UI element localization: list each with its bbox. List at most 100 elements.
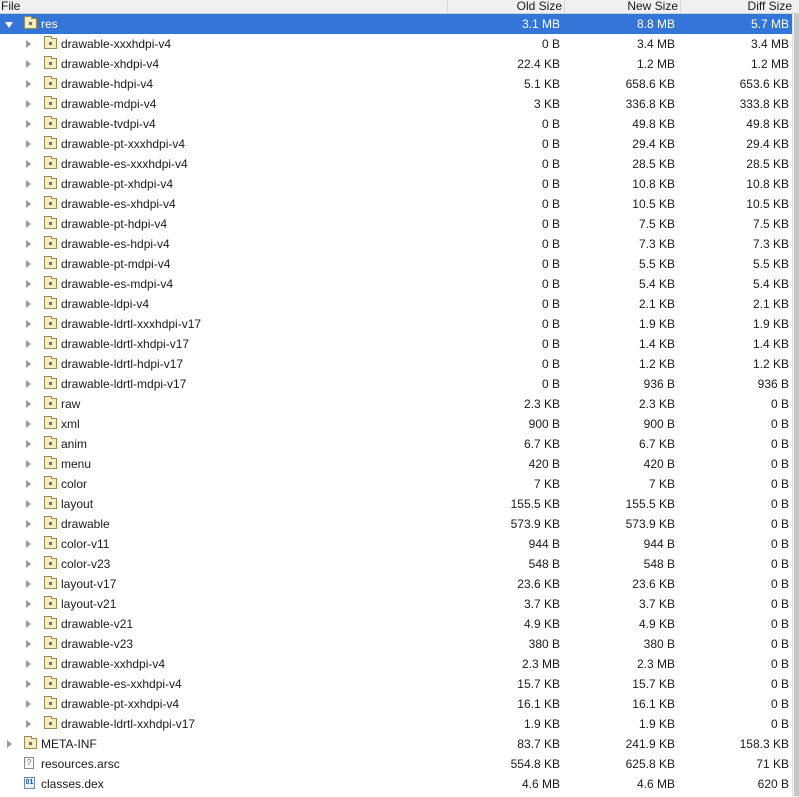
vertical-scrollbar[interactable]	[792, 14, 799, 797]
expand-arrow-icon[interactable]	[24, 174, 34, 194]
expand-arrow-icon[interactable]	[24, 254, 34, 274]
tree-row[interactable]: drawable-es-mdpi-v4 0 B 5.4 KB 5.4 KB	[0, 274, 792, 294]
column-header-diff-size[interactable]: Diff Size	[682, 0, 792, 13]
expand-arrow-icon[interactable]	[24, 34, 34, 54]
expand-arrow-icon[interactable]	[24, 54, 34, 74]
tree-row[interactable]: drawable-pt-xhdpi-v4 0 B 10.8 KB 10.8 KB	[0, 174, 792, 194]
expand-arrow-icon[interactable]	[24, 354, 34, 374]
column-header-old-size[interactable]: Old Size	[449, 0, 562, 13]
tree-row[interactable]: drawable-ldrtl-xxhdpi-v17 1.9 KB 1.9 KB 0 B	[0, 714, 792, 734]
expand-arrow-icon[interactable]	[24, 134, 34, 154]
tree-row[interactable]: drawable-xhdpi-v4 22.4 KB 1.2 MB 1.2 MB	[0, 54, 792, 74]
tree-row[interactable]: xml 900 B 900 B 0 B	[0, 414, 792, 434]
tree-row[interactable]: menu 420 B 420 B 0 B	[0, 454, 792, 474]
diff-size-cell: 0 B	[770, 577, 789, 591]
expand-arrow-icon[interactable]	[5, 734, 15, 754]
column-header-new-size[interactable]: New Size	[566, 0, 678, 13]
tree-row[interactable]: drawable-ldrtl-hdpi-v17 0 B 1.2 KB 1.2 KB	[0, 354, 792, 374]
expand-arrow-icon[interactable]	[24, 554, 34, 574]
tree-row[interactable]: drawable-pt-mdpi-v4 0 B 5.5 KB 5.5 KB	[0, 254, 792, 274]
new-size-cell: 7.5 KB	[638, 217, 675, 231]
tree-row[interactable]: drawable 573.9 KB 573.9 KB 0 B	[0, 514, 792, 534]
tree-row[interactable]: color-v11 944 B 944 B 0 B	[0, 534, 792, 554]
tree-row[interactable]: drawable-v21 4.9 KB 4.9 KB 0 B	[0, 614, 792, 634]
expand-arrow-icon[interactable]	[24, 454, 34, 474]
expand-arrow-icon[interactable]	[24, 234, 34, 254]
expand-arrow-icon[interactable]	[24, 694, 34, 714]
tree-row[interactable]: drawable-es-xxhdpi-v4 15.7 KB 15.7 KB 0 B	[0, 674, 792, 694]
tree-row[interactable]: anim 6.7 KB 6.7 KB 0 B	[0, 434, 792, 454]
new-size-cell: 658.6 KB	[625, 77, 675, 91]
row-name: xml	[61, 417, 80, 431]
column-divider[interactable]	[447, 0, 448, 13]
expand-arrow-icon[interactable]	[24, 594, 34, 614]
tree-row[interactable]: drawable-mdpi-v4 3 KB 336.8 KB 333.8 KB	[0, 94, 792, 114]
tree-row[interactable]: layout 155.5 KB 155.5 KB 0 B	[0, 494, 792, 514]
tree-row[interactable]: drawable-pt-xxhdpi-v4 16.1 KB 16.1 KB 0 B	[0, 694, 792, 714]
tree-row[interactable]: color-v23 548 B 548 B 0 B	[0, 554, 792, 574]
expand-arrow-icon[interactable]	[24, 214, 34, 234]
expand-arrow-icon[interactable]	[24, 274, 34, 294]
tree-row-top-level[interactable]: res 3.1 MB 8.8 MB 5.7 MB	[0, 14, 792, 34]
tree-row[interactable]: color 7 KB 7 KB 0 B	[0, 474, 792, 494]
expand-arrow-icon[interactable]	[24, 394, 34, 414]
tree-row[interactable]: drawable-es-xxxhdpi-v4 0 B 28.5 KB 28.5 KB	[0, 154, 792, 174]
tree-row-top-level[interactable]: ? resources.arsc 554.8 KB 625.8 KB 71 KB	[0, 754, 792, 774]
tree-row[interactable]: drawable-ldrtl-xxxhdpi-v17 0 B 1.9 KB 1.9 K…	[0, 314, 792, 334]
tree-row[interactable]: raw 2.3 KB 2.3 KB 0 B	[0, 394, 792, 414]
column-divider[interactable]	[564, 0, 565, 13]
expand-arrow-icon[interactable]	[24, 574, 34, 594]
expand-arrow-icon[interactable]	[24, 294, 34, 314]
expand-arrow-icon[interactable]	[24, 514, 34, 534]
expand-arrow-icon[interactable]	[24, 94, 34, 114]
folder-icon	[44, 276, 57, 289]
expand-arrow-icon[interactable]	[24, 334, 34, 354]
folder-icon	[44, 96, 57, 109]
tree-row-top-level[interactable]: META-INF 83.7 KB 241.9 KB 158.3 KB	[0, 734, 792, 754]
expand-arrow-icon[interactable]	[24, 614, 34, 634]
folder-icon	[44, 656, 57, 669]
tree-row[interactable]: drawable-hdpi-v4 5.1 KB 658.6 KB 653.6 KB	[0, 74, 792, 94]
column-header-file[interactable]: File	[1, 0, 20, 13]
expand-arrow-icon[interactable]	[24, 434, 34, 454]
row-name: drawable-pt-mdpi-v4	[61, 257, 171, 271]
old-size-cell: 554.8 KB	[510, 757, 560, 771]
expand-arrow-icon[interactable]	[24, 114, 34, 134]
expand-arrow-icon[interactable]	[24, 194, 34, 214]
scrollbar-thumb[interactable]	[794, 14, 799, 796]
tree-row[interactable]: drawable-tvdpi-v4 0 B 49.8 KB 49.8 KB	[0, 114, 792, 134]
expand-arrow-icon[interactable]	[24, 714, 34, 734]
tree-row[interactable]: drawable-xxxhdpi-v4 0 B 3.4 MB 3.4 MB	[0, 34, 792, 54]
tree-row[interactable]: layout-v21 3.7 KB 3.7 KB 0 B	[0, 594, 792, 614]
expand-arrow-icon[interactable]	[24, 74, 34, 94]
collapse-arrow-icon[interactable]	[5, 14, 15, 34]
tree-row[interactable]: drawable-ldrtl-mdpi-v17 0 B 936 B 936 B	[0, 374, 792, 394]
row-name: color	[61, 477, 88, 491]
tree-row[interactable]: drawable-ldrtl-xhdpi-v17 0 B 1.4 KB 1.4 KB	[0, 334, 792, 354]
column-divider[interactable]	[680, 0, 681, 13]
expand-arrow-icon[interactable]	[24, 474, 34, 494]
tree-row-top-level[interactable]: 01 classes.dex 4.6 MB 4.6 MB 620 B	[0, 774, 792, 794]
expand-arrow-icon[interactable]	[24, 494, 34, 514]
expand-arrow-icon[interactable]	[24, 634, 34, 654]
folder-icon	[44, 376, 57, 389]
row-name: res	[41, 17, 58, 31]
diff-size-cell: 0 B	[770, 437, 789, 451]
tree-row[interactable]: drawable-pt-xxxhdpi-v4 0 B 29.4 KB 29.4 KB	[0, 134, 792, 154]
tree-row[interactable]: layout-v17 23.6 KB 23.6 KB 0 B	[0, 574, 792, 594]
expand-arrow-icon[interactable]	[24, 414, 34, 434]
expand-arrow-icon[interactable]	[24, 534, 34, 554]
tree-row[interactable]: drawable-pt-hdpi-v4 0 B 7.5 KB 7.5 KB	[0, 214, 792, 234]
expand-arrow-icon[interactable]	[24, 314, 34, 334]
tree-row[interactable]: drawable-ldpi-v4 0 B 2.1 KB 2.1 KB	[0, 294, 792, 314]
tree-row[interactable]: drawable-xxhdpi-v4 2.3 MB 2.3 MB 0 B	[0, 654, 792, 674]
expand-arrow-icon[interactable]	[24, 654, 34, 674]
tree-row[interactable]: drawable-es-xhdpi-v4 0 B 10.5 KB 10.5 KB	[0, 194, 792, 214]
expand-arrow-icon[interactable]	[24, 154, 34, 174]
expand-arrow-icon[interactable]	[24, 374, 34, 394]
tree-row[interactable]: drawable-es-hdpi-v4 0 B 7.3 KB 7.3 KB	[0, 234, 792, 254]
folder-icon	[44, 676, 57, 689]
expand-arrow-icon[interactable]	[24, 674, 34, 694]
tree-row[interactable]: drawable-v23 380 B 380 B 0 B	[0, 634, 792, 654]
file-icon: ?	[24, 757, 34, 769]
